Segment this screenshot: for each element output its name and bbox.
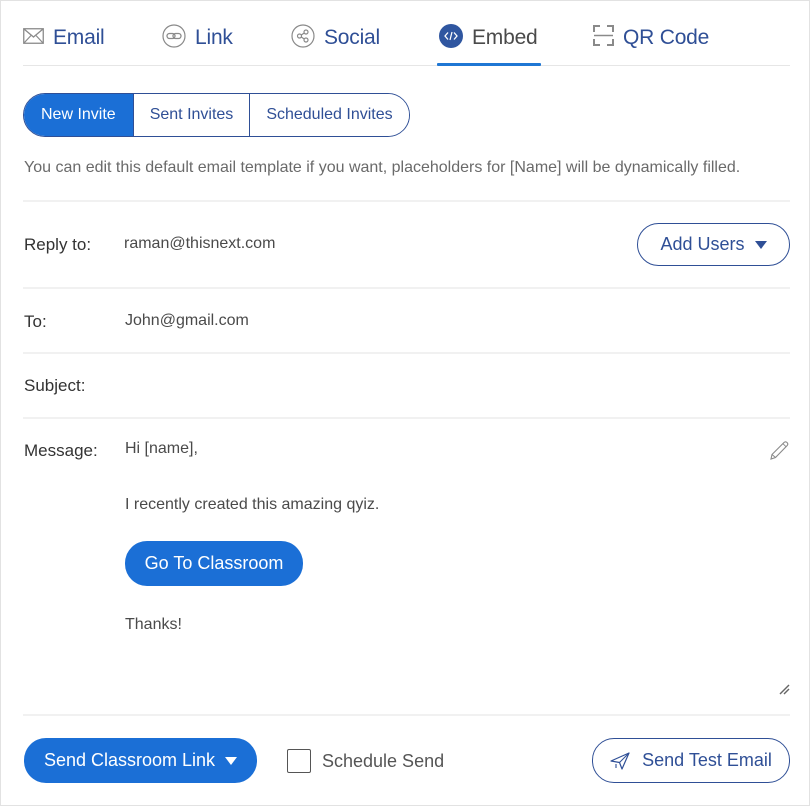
qr-scan-icon — [593, 25, 614, 51]
envelope-icon — [23, 27, 44, 49]
invite-panel: Email Link Social Embed QR Code New Invi… — [0, 0, 810, 806]
send-test-email-label: Send Test Email — [642, 750, 772, 770]
to-label: To: — [24, 312, 47, 331]
message-body[interactable]: I recently created this amazing qyiz. — [125, 496, 379, 514]
add-users-button[interactable]: Add Users — [637, 223, 790, 266]
tab-link[interactable]: Link — [162, 23, 233, 53]
tab-new-invite[interactable]: New Invite — [24, 94, 133, 136]
send-classroom-link-button[interactable]: Send Classroom Link — [24, 738, 257, 783]
add-users-label: Add Users — [660, 234, 745, 254]
caret-down-icon — [225, 756, 238, 765]
tab-label: Email — [53, 26, 105, 49]
message-signoff[interactable]: Thanks! — [125, 616, 182, 634]
paper-plane-icon — [610, 751, 630, 770]
subject-label: Subject: — [24, 376, 86, 395]
template-hint: You can edit this default email template… — [24, 159, 741, 176]
divider — [23, 714, 790, 716]
invite-type-switcher: New Invite Sent Invites Scheduled Invite… — [23, 93, 410, 137]
share-tabs: Email Link Social Embed QR Code — [23, 1, 790, 66]
active-tab-indicator — [437, 63, 541, 66]
divider — [23, 200, 790, 202]
to-field[interactable]: John@gmail.com — [125, 312, 249, 330]
tab-sent-invites[interactable]: Sent Invites — [132, 94, 250, 136]
subject-field[interactable] — [125, 376, 765, 398]
caret-down-icon — [754, 240, 767, 249]
message-label: Message: — [24, 441, 98, 460]
tab-social[interactable]: Social — [291, 23, 380, 53]
tab-embed[interactable]: Embed — [439, 23, 538, 53]
message-greeting[interactable]: Hi [name], — [125, 440, 198, 458]
go-to-classroom-button[interactable]: Go To Classroom — [125, 541, 303, 586]
reply-to-label: Reply to: — [24, 235, 92, 254]
pencil-edit-icon[interactable] — [767, 439, 791, 468]
tab-email[interactable]: Email — [23, 23, 105, 53]
code-icon — [439, 23, 463, 53]
reply-to-field[interactable]: raman@thisnext.com — [124, 235, 275, 253]
share-icon — [291, 23, 315, 53]
tab-label: Social — [324, 26, 380, 49]
resize-handle-icon[interactable] — [778, 682, 790, 700]
send-classroom-link-label: Send Classroom Link — [43, 750, 216, 770]
schedule-send-label[interactable]: Schedule Send — [322, 751, 444, 772]
schedule-send-checkbox[interactable] — [287, 749, 311, 773]
divider — [23, 417, 790, 419]
tab-qr-code[interactable]: QR Code — [593, 23, 709, 53]
tab-label: Embed — [472, 26, 538, 49]
tab-label: QR Code — [623, 26, 710, 49]
divider — [23, 352, 790, 354]
send-test-email-button[interactable]: Send Test Email — [592, 738, 790, 783]
divider — [23, 287, 790, 289]
tab-label: Link — [195, 26, 233, 49]
link-icon — [162, 23, 186, 53]
tab-scheduled-invites[interactable]: Scheduled Invites — [249, 94, 409, 136]
